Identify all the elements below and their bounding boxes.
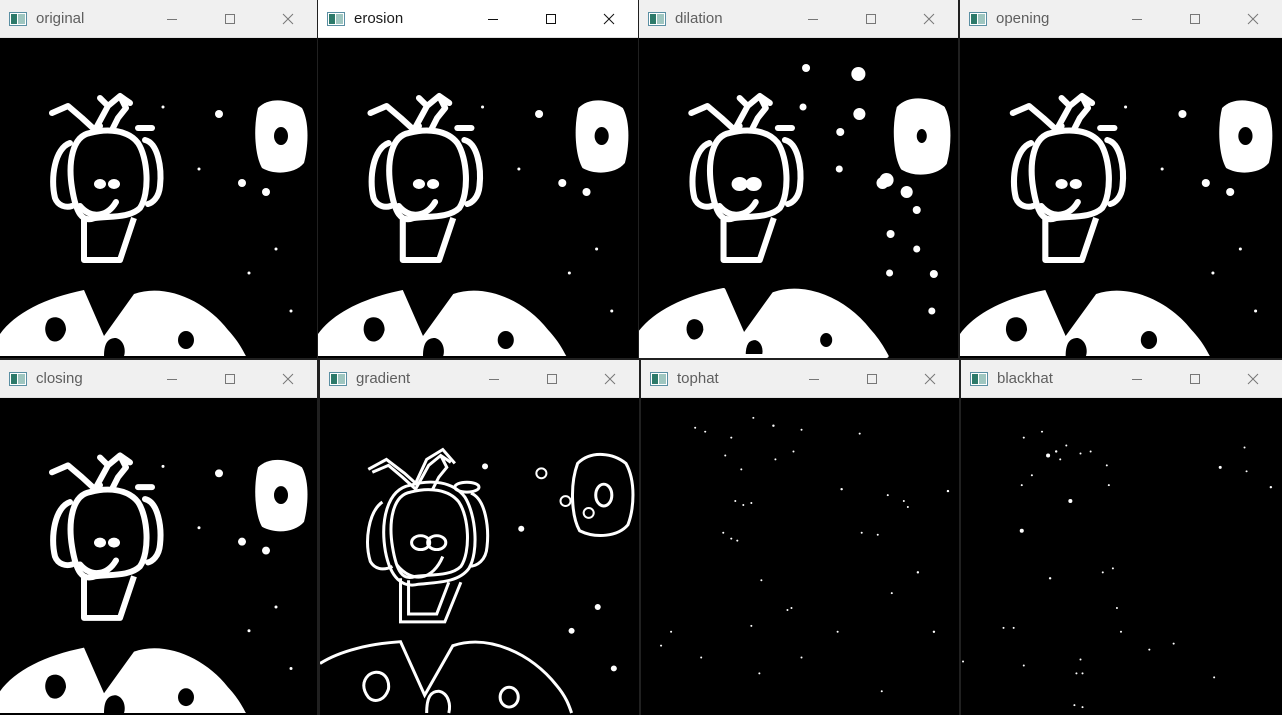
maximize-button[interactable] bbox=[522, 0, 580, 38]
maximize-button[interactable] bbox=[842, 0, 900, 38]
window-blackhat[interactable]: blackhat bbox=[961, 360, 1282, 715]
image-canvas bbox=[318, 38, 638, 358]
window-erosion[interactable]: erosion bbox=[318, 0, 638, 358]
image-canvas bbox=[641, 398, 959, 715]
image-window-icon bbox=[969, 11, 987, 26]
maximize-button[interactable] bbox=[523, 360, 581, 398]
minimize-button[interactable] bbox=[143, 360, 201, 398]
minimize-icon bbox=[489, 378, 499, 380]
window-gradient[interactable]: gradient bbox=[320, 360, 639, 715]
window-opening[interactable]: opening bbox=[960, 0, 1282, 358]
close-button[interactable] bbox=[259, 360, 317, 398]
minimize-icon bbox=[488, 18, 498, 20]
window-title: original bbox=[36, 10, 85, 27]
image-window-icon bbox=[650, 371, 668, 386]
minimize-icon bbox=[167, 378, 177, 380]
titlebar[interactable]: opening bbox=[960, 0, 1282, 38]
close-button[interactable] bbox=[1224, 0, 1282, 38]
minimize-button[interactable] bbox=[785, 360, 843, 398]
close-button[interactable] bbox=[1224, 360, 1282, 398]
image-canvas bbox=[961, 398, 1282, 715]
minimize-icon bbox=[167, 18, 177, 20]
minimize-button[interactable] bbox=[784, 0, 842, 38]
maximize-icon bbox=[546, 13, 556, 24]
image-window-icon bbox=[9, 371, 27, 386]
close-button[interactable] bbox=[581, 360, 639, 398]
close-icon bbox=[1247, 373, 1259, 384]
minimize-button[interactable] bbox=[464, 0, 522, 38]
image-window-icon bbox=[329, 371, 347, 386]
close-icon bbox=[1247, 13, 1259, 24]
maximize-icon bbox=[225, 13, 235, 24]
image-canvas bbox=[639, 38, 958, 358]
maximize-icon bbox=[225, 373, 235, 384]
minimize-icon bbox=[1132, 378, 1142, 380]
close-icon bbox=[923, 13, 935, 24]
close-icon bbox=[604, 373, 616, 384]
close-button[interactable] bbox=[901, 360, 959, 398]
maximize-icon bbox=[547, 373, 557, 384]
titlebar[interactable]: gradient bbox=[320, 360, 639, 398]
window-title: tophat bbox=[677, 370, 719, 387]
image-window-icon bbox=[9, 11, 27, 26]
maximize-button[interactable] bbox=[1166, 0, 1224, 38]
close-icon bbox=[924, 373, 936, 384]
image-canvas bbox=[0, 38, 317, 358]
maximize-icon bbox=[867, 373, 877, 384]
image-canvas bbox=[0, 398, 317, 715]
maximize-icon bbox=[1190, 373, 1200, 384]
maximize-icon bbox=[1190, 13, 1200, 24]
titlebar[interactable]: closing bbox=[0, 360, 317, 398]
titlebar[interactable]: erosion bbox=[318, 0, 638, 38]
minimize-icon bbox=[808, 18, 818, 20]
close-icon bbox=[282, 13, 294, 24]
window-title: gradient bbox=[356, 370, 411, 387]
window-dilation[interactable]: dilation bbox=[639, 0, 958, 358]
window-original[interactable]: original bbox=[0, 0, 317, 358]
close-button[interactable] bbox=[259, 0, 317, 38]
titlebar[interactable]: tophat bbox=[641, 360, 959, 398]
maximize-button[interactable] bbox=[1166, 360, 1224, 398]
minimize-button[interactable] bbox=[1108, 0, 1166, 38]
window-title: erosion bbox=[354, 10, 404, 27]
close-button[interactable] bbox=[900, 0, 958, 38]
minimize-button[interactable] bbox=[143, 0, 201, 38]
minimize-icon bbox=[809, 378, 819, 380]
minimize-button[interactable] bbox=[1108, 360, 1166, 398]
window-tophat[interactable]: tophat bbox=[641, 360, 959, 715]
minimize-button[interactable] bbox=[465, 360, 523, 398]
minimize-icon bbox=[1132, 18, 1142, 20]
image-window-icon bbox=[970, 371, 988, 386]
close-icon bbox=[603, 13, 615, 24]
window-title: blackhat bbox=[997, 370, 1053, 387]
window-closing[interactable]: closing bbox=[0, 360, 317, 715]
maximize-button[interactable] bbox=[843, 360, 901, 398]
titlebar[interactable]: blackhat bbox=[961, 360, 1282, 398]
image-canvas bbox=[960, 38, 1282, 358]
image-window-icon bbox=[648, 11, 666, 26]
close-icon bbox=[282, 373, 294, 384]
close-button[interactable] bbox=[580, 0, 638, 38]
window-title: opening bbox=[996, 10, 1050, 27]
image-canvas bbox=[320, 398, 639, 715]
maximize-button[interactable] bbox=[201, 0, 259, 38]
titlebar[interactable]: original bbox=[0, 0, 317, 38]
window-title: dilation bbox=[675, 10, 723, 27]
image-window-icon bbox=[327, 11, 345, 26]
maximize-button[interactable] bbox=[201, 360, 259, 398]
window-title: closing bbox=[36, 370, 83, 387]
maximize-icon bbox=[866, 13, 876, 24]
titlebar[interactable]: dilation bbox=[639, 0, 958, 38]
